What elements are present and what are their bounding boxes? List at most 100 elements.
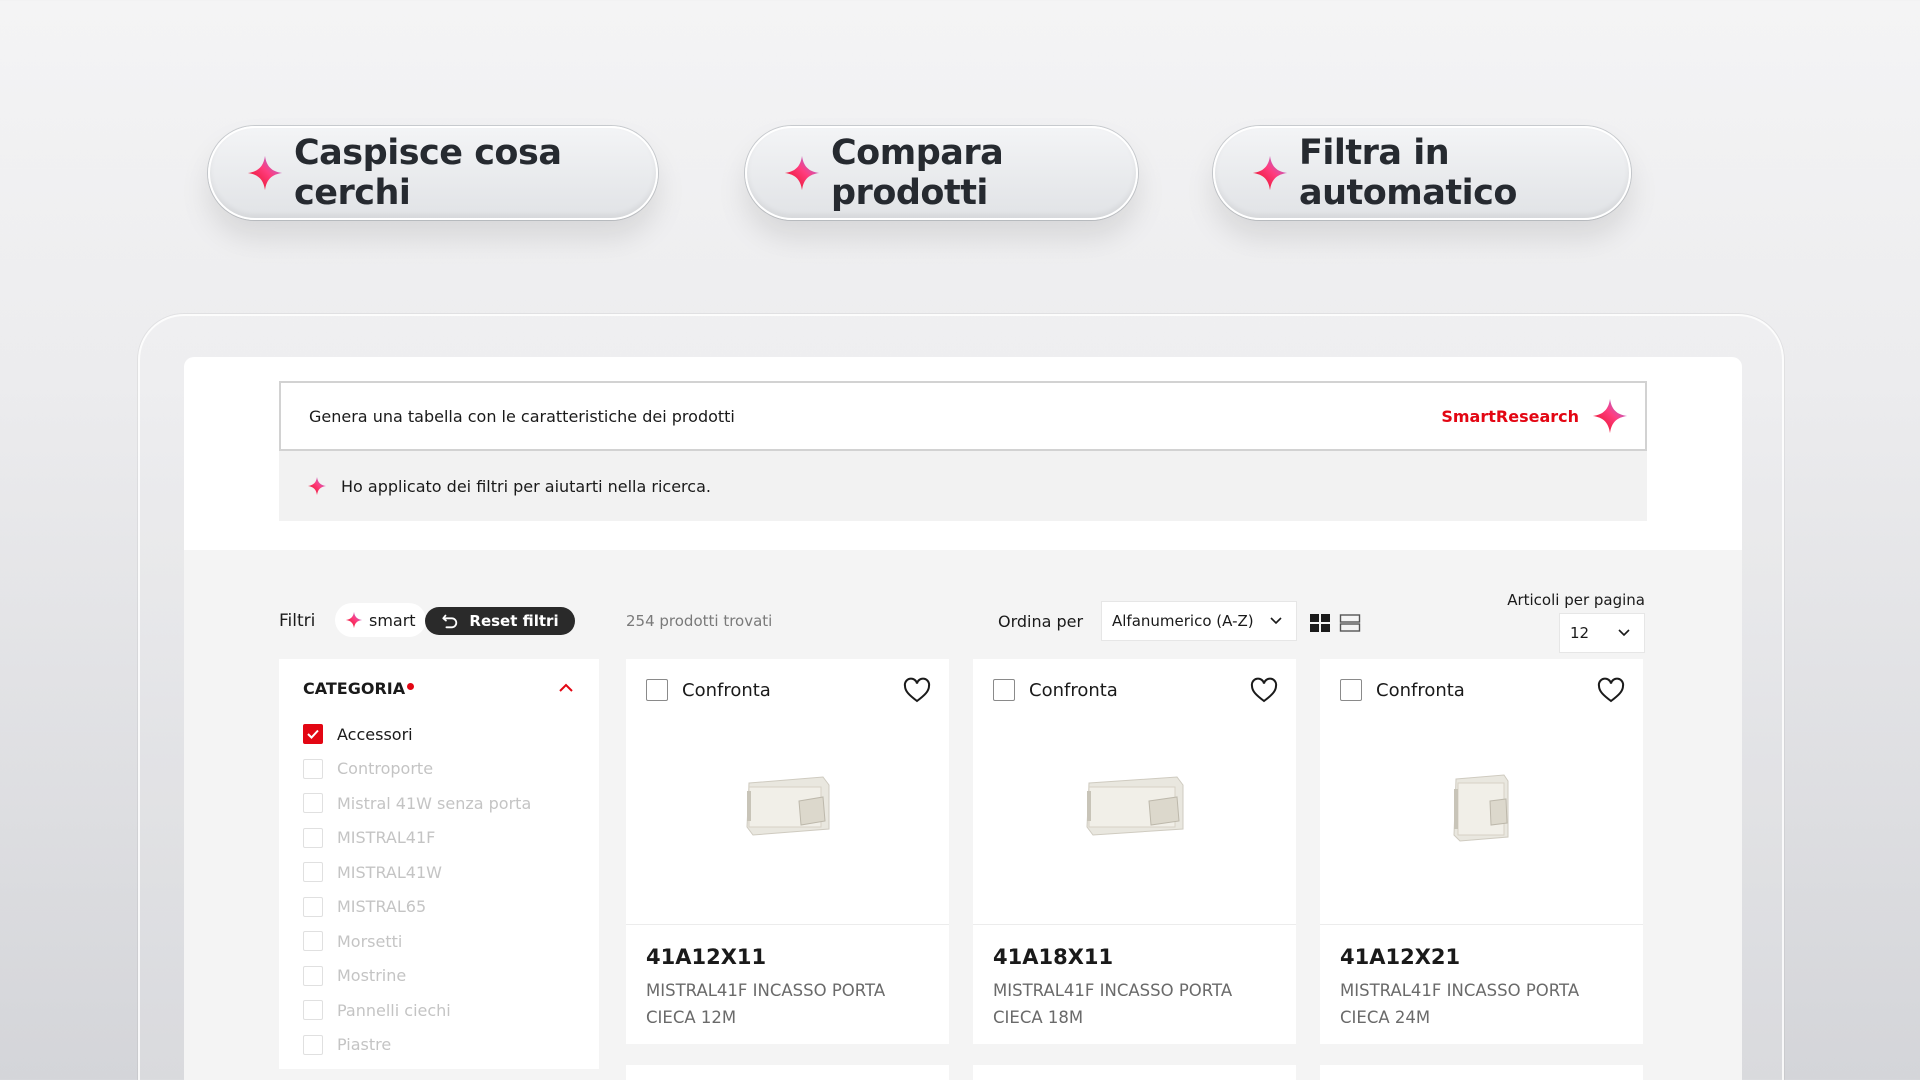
ai-response: Ho applicato dei filtri per aiutarti nel… xyxy=(279,451,1647,521)
compare-checkbox[interactable]: Confronta xyxy=(646,679,771,701)
checkbox[interactable] xyxy=(303,827,323,848)
category-item-mistral41w-senza-porta[interactable]: Mistral 41W senza porta xyxy=(303,786,531,821)
category-item-mistral41w[interactable]: MISTRAL41W xyxy=(303,855,531,890)
heart-icon[interactable] xyxy=(1250,677,1278,705)
category-item-accessori[interactable]: Accessori xyxy=(303,717,531,752)
search-query[interactable]: Genera una tabella con le caratteristich… xyxy=(309,407,1441,426)
category-item-piastre[interactable]: Piastre xyxy=(303,1028,531,1063)
ai-message-text: Ho applicato dei filtri per aiutarti nel… xyxy=(341,476,711,496)
sort-select[interactable]: Alfanumerico (A-Z) xyxy=(1101,601,1297,641)
filters-label: Filtri xyxy=(279,611,316,631)
per-page-value: 12 xyxy=(1570,624,1590,642)
checkbox[interactable] xyxy=(303,965,323,986)
product-code[interactable]: 41A12X21 xyxy=(1340,945,1460,969)
sparkle-icon xyxy=(308,477,326,495)
category-label: Mistral 41W senza porta xyxy=(337,793,532,813)
product-image-area[interactable]: Confronta xyxy=(973,659,1296,925)
category-label: MISTRAL41F xyxy=(337,828,436,848)
checkbox[interactable] xyxy=(303,793,323,814)
sort-label: Ordina per xyxy=(998,612,1084,631)
category-heading[interactable]: CATEGORIA xyxy=(303,679,405,698)
heart-icon[interactable] xyxy=(1597,677,1625,705)
grid-view-icon[interactable] xyxy=(1309,612,1331,634)
smartresearch-label: SmartResearch xyxy=(1441,406,1579,426)
category-list: Accessori Controporte Mistral 41W senza … xyxy=(303,717,531,1062)
product-image-area[interactable]: Confronta xyxy=(1320,659,1643,925)
checkbox[interactable] xyxy=(993,679,1015,701)
smart-search-input[interactable]: Genera una tabella con le caratteristich… xyxy=(279,381,1647,451)
category-label: MISTRAL41W xyxy=(337,862,442,882)
filter-sidebar: CATEGORIA Accessori Controporte Mistral … xyxy=(279,659,599,1069)
product-image xyxy=(1085,776,1183,836)
product-description: MISTRAL41F INCASSO PORTA CIECA 12M xyxy=(646,981,886,1027)
smart-filter-tag[interactable]: smart xyxy=(335,603,426,637)
product-code[interactable]: 41A12X11 xyxy=(646,945,766,969)
results-count: 254 prodotti trovati xyxy=(626,612,773,630)
sparkle-icon xyxy=(1252,155,1288,191)
category-item-pannelli-ciechi[interactable]: Pannelli ciechi xyxy=(303,993,531,1028)
checkbox[interactable] xyxy=(303,758,323,779)
category-label: MISTRAL65 xyxy=(337,897,427,917)
feature-label: Filtra in automatico xyxy=(1299,133,1517,213)
product-card-next-row[interactable] xyxy=(973,1065,1296,1080)
category-label: Controporte xyxy=(337,759,434,779)
checkbox[interactable] xyxy=(303,1000,323,1021)
sparkle-icon[interactable] xyxy=(1591,397,1629,435)
checkbox[interactable] xyxy=(1340,679,1362,701)
category-label: Mostrine xyxy=(337,966,407,986)
product-code[interactable]: 41A18X11 xyxy=(993,945,1113,969)
app-screen: Genera una tabella con le caratteristich… xyxy=(184,357,1742,1080)
feature-pill-understand: Caspisce cosa cerchi xyxy=(208,126,658,220)
heart-icon[interactable] xyxy=(903,677,931,705)
category-item-morsetti[interactable]: Morsetti xyxy=(303,924,531,959)
chevron-down-icon xyxy=(1618,629,1630,637)
sparkle-icon xyxy=(345,611,363,629)
smart-tag-label: smart xyxy=(369,610,416,630)
category-label: Pannelli ciechi xyxy=(337,1000,451,1020)
product-card-next-row[interactable] xyxy=(626,1065,949,1080)
category-item-mostrine[interactable]: Mostrine xyxy=(303,959,531,994)
category-item-mistral65[interactable]: MISTRAL65 xyxy=(303,890,531,925)
product-image xyxy=(745,776,829,836)
product-card[interactable]: Confronta 41A12X21 MISTRAL41F INCASSO PO… xyxy=(1320,659,1643,1044)
product-image-area[interactable]: Confronta xyxy=(626,659,949,925)
per-page-select[interactable]: 12 xyxy=(1559,613,1645,653)
list-view-icon[interactable] xyxy=(1339,612,1361,634)
category-label: Piastre xyxy=(337,1035,392,1055)
checkbox-checked[interactable] xyxy=(303,724,323,745)
compare-checkbox[interactable]: Confronta xyxy=(1340,679,1465,701)
checkbox[interactable] xyxy=(646,679,668,701)
category-item-controporte[interactable]: Controporte xyxy=(303,752,531,787)
compare-checkbox[interactable]: Confronta xyxy=(993,679,1118,701)
category-label: Accessori xyxy=(337,724,413,744)
feature-pill-compare: Compara prodotti xyxy=(745,126,1138,220)
product-card-next-row[interactable] xyxy=(1320,1065,1643,1080)
active-filter-dot xyxy=(407,683,414,690)
category-item-mistral41f[interactable]: MISTRAL41F xyxy=(303,821,531,856)
chevron-down-icon xyxy=(1270,617,1282,625)
sort-value: Alfanumerico (A-Z) xyxy=(1112,612,1254,630)
compare-label: Confronta xyxy=(682,679,771,701)
checkbox[interactable] xyxy=(303,862,323,883)
product-image xyxy=(1452,774,1508,842)
per-page-label: Articoli per pagina xyxy=(1507,591,1645,609)
undo-icon xyxy=(442,614,458,629)
product-card[interactable]: Confronta 41A12X11 MISTRAL41F INCASSO PO… xyxy=(626,659,949,1044)
sparkle-icon xyxy=(784,155,820,191)
reset-filters-label: Reset filtri xyxy=(469,612,559,630)
check-icon xyxy=(307,730,319,740)
chevron-up-icon[interactable] xyxy=(557,679,575,697)
product-description: MISTRAL41F INCASSO PORTA CIECA 18M xyxy=(993,981,1233,1027)
checkbox[interactable] xyxy=(303,1034,323,1055)
reset-filters-button[interactable]: Reset filtri xyxy=(425,607,575,635)
checkbox[interactable] xyxy=(303,931,323,952)
checkbox[interactable] xyxy=(303,896,323,917)
product-description: MISTRAL41F INCASSO PORTA CIECA 24M xyxy=(1340,981,1580,1027)
results-toolbar: Filtri smart Reset filtri 254 prodotti t… xyxy=(279,577,1647,653)
feature-pill-autofilter: Filtra in automatico xyxy=(1213,126,1631,220)
search-panel: Genera una tabella con le caratteristich… xyxy=(184,357,1742,550)
sparkle-icon xyxy=(247,155,283,191)
product-card[interactable]: Confronta 41A18X11 MISTRAL41F INCASSO PO… xyxy=(973,659,1296,1044)
compare-label: Confronta xyxy=(1029,679,1118,701)
compare-label: Confronta xyxy=(1376,679,1465,701)
